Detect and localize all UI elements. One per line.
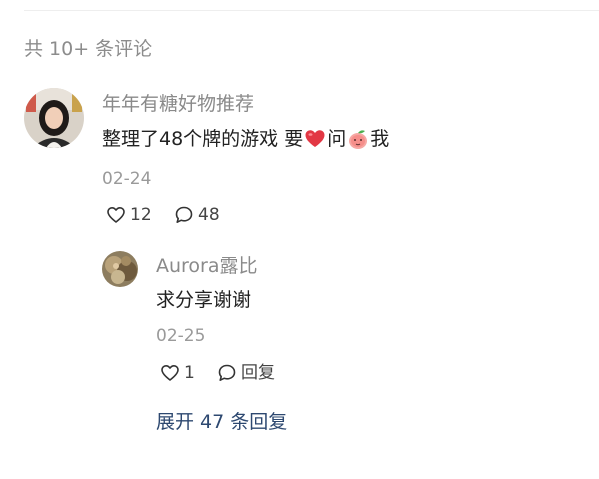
comments-section: 共 10+ 条评论 年年有糖好物推荐 整理了48个牌的游戏 要 问 我 02-2… (0, 0, 599, 479)
expand-replies-link[interactable]: 展开 47 条回复 (156, 409, 287, 435)
comment-text-part3: 我 (370, 128, 390, 150)
reply-like-count: 1 (184, 363, 195, 383)
reply-avatar[interactable] (102, 251, 138, 287)
comment-bubble-icon (174, 205, 194, 225)
reply-count-button[interactable]: 48 (174, 204, 220, 226)
peach-emoji (347, 128, 369, 150)
like-button[interactable]: 12 (106, 204, 152, 226)
reply-like-button[interactable]: 1 (160, 362, 195, 384)
reply-content: 求分享谢谢 (156, 289, 252, 311)
divider (24, 10, 599, 11)
comment-text-part1: 整理了48个牌的游戏 要 (102, 128, 304, 150)
like-count: 12 (130, 205, 152, 225)
reply-date: 02-25 (156, 326, 206, 346)
comment-bubble-icon (217, 363, 237, 383)
comment-date: 02-24 (102, 169, 152, 189)
heart-outline-icon (106, 205, 126, 225)
comment-count-label: 共 10+ 条评论 (24, 38, 153, 60)
reply-count: 48 (198, 205, 220, 225)
comment-text-part2: 问 (327, 128, 347, 150)
red-heart-emoji (304, 128, 326, 150)
reply-username[interactable]: Aurora露比 (156, 253, 258, 279)
avatar[interactable] (24, 88, 84, 148)
heart-outline-icon (160, 363, 180, 383)
comment-username[interactable]: 年年有糖好物推荐 (102, 91, 254, 117)
comment-content: 整理了48个牌的游戏 要 问 我 (102, 126, 389, 152)
reply-button-label: 回复 (241, 363, 275, 383)
reply-button[interactable]: 回复 (217, 362, 275, 384)
